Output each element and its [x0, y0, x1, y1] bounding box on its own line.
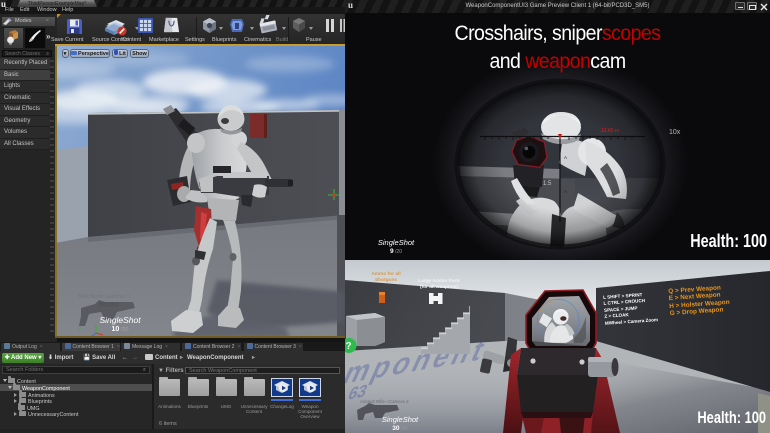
svg-text:?: ? — [346, 341, 352, 352]
